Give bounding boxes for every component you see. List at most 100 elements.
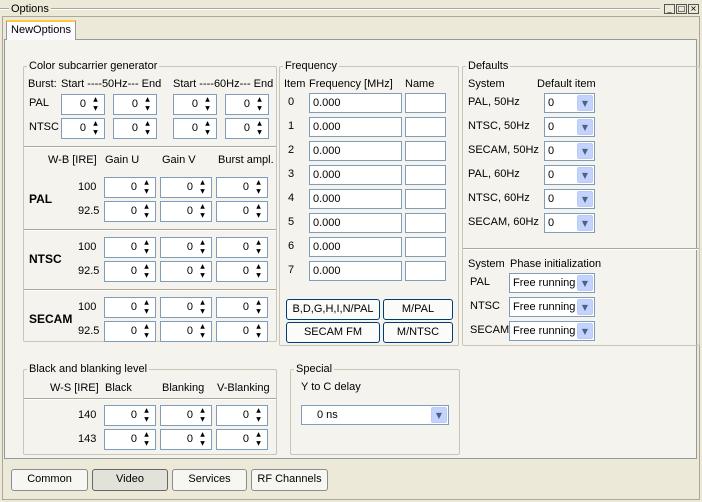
arrow-down-icon[interactable]: ▼ [140,272,153,280]
arrow-up-icon[interactable]: ▲ [140,179,153,187]
spin-box[interactable]: 0 ▲ ▼ [216,201,268,222]
spin-buttons[interactable]: ▲ ▼ [253,96,266,113]
arrow-up-icon[interactable]: ▲ [140,203,153,211]
arrow-up-icon[interactable]: ▲ [196,431,209,439]
default-item-select[interactable]: 0 ▼ [544,189,595,209]
arrow-down-icon[interactable]: ▼ [140,212,153,220]
arrow-down-icon[interactable]: ▼ [141,129,154,137]
arrow-down-icon[interactable]: ▼ [89,105,102,113]
spin-buttons[interactable]: ▲ ▼ [140,263,153,280]
spin-box[interactable]: 0 ▲ ▼ [104,405,156,426]
arrow-down-icon[interactable]: ▼ [252,440,265,448]
spin-buttons[interactable]: ▲ ▼ [140,299,153,316]
spin-box[interactable]: 0 ▲ ▼ [160,177,212,198]
arrow-up-icon[interactable]: ▲ [140,323,153,331]
default-item-select[interactable]: 0 ▼ [544,213,595,233]
preset-m-pal-button[interactable]: M/PAL [383,299,453,320]
chevron-down-icon[interactable]: ▼ [577,143,593,159]
spin-box[interactable]: 0 ▲ ▼ [113,118,157,139]
spin-buttons[interactable]: ▲ ▼ [252,263,265,280]
spin-box[interactable]: 0 ▲ ▼ [61,94,105,115]
chevron-down-icon[interactable]: ▼ [577,275,593,291]
default-item-select[interactable]: 0 ▼ [544,117,595,137]
arrow-up-icon[interactable]: ▲ [196,299,209,307]
spin-box[interactable]: 0 ▲ ▼ [160,261,212,282]
spin-box[interactable]: 0 ▲ ▼ [216,297,268,318]
spin-buttons[interactable]: ▲ ▼ [196,299,209,316]
frequency-name-input[interactable] [405,93,446,113]
frequency-input[interactable]: 0.000 [309,141,402,161]
arrow-down-icon[interactable]: ▼ [201,105,214,113]
frequency-name-input[interactable] [405,165,446,185]
spin-box[interactable]: 0 ▲ ▼ [61,118,105,139]
tab-video[interactable]: Video [92,469,168,491]
arrow-down-icon[interactable]: ▼ [196,440,209,448]
y-to-c-delay-select[interactable]: 0 ns ▼ [301,405,449,425]
spin-box[interactable]: 0 ▲ ▼ [216,429,268,450]
spin-buttons[interactable]: ▲ ▼ [196,179,209,196]
arrow-down-icon[interactable]: ▼ [140,248,153,256]
arrow-down-icon[interactable]: ▼ [252,332,265,340]
spin-box[interactable]: 0 ▲ ▼ [104,261,156,282]
arrow-down-icon[interactable]: ▼ [252,188,265,196]
spin-box[interactable]: 0 ▲ ▼ [104,201,156,222]
arrow-down-icon[interactable]: ▼ [196,332,209,340]
spin-buttons[interactable]: ▲ ▼ [196,431,209,448]
spin-buttons[interactable]: ▲ ▼ [196,323,209,340]
default-item-select[interactable]: 0 ▼ [544,141,595,161]
arrow-down-icon[interactable]: ▼ [253,105,266,113]
chevron-down-icon[interactable]: ▼ [577,215,593,231]
spin-buttons[interactable]: ▲ ▼ [252,179,265,196]
spin-buttons[interactable]: ▲ ▼ [196,263,209,280]
spin-buttons[interactable]: ▲ ▼ [201,96,214,113]
arrow-up-icon[interactable]: ▲ [252,323,265,331]
arrow-up-icon[interactable]: ▲ [141,96,154,104]
spin-buttons[interactable]: ▲ ▼ [140,179,153,196]
arrow-down-icon[interactable]: ▼ [196,188,209,196]
arrow-up-icon[interactable]: ▲ [201,120,214,128]
frequency-input[interactable]: 0.000 [309,189,402,209]
close-button[interactable]: × [688,4,699,14]
spin-box[interactable]: 0 ▲ ▼ [216,237,268,258]
preset-bdghin-pal-button[interactable]: B,D,G,H,I,N/PAL [286,299,380,320]
arrow-down-icon[interactable]: ▼ [252,248,265,256]
arrow-up-icon[interactable]: ▲ [140,407,153,415]
arrow-up-icon[interactable]: ▲ [141,120,154,128]
arrow-up-icon[interactable]: ▲ [89,120,102,128]
frequency-name-input[interactable] [405,261,446,281]
arrow-down-icon[interactable]: ▼ [253,129,266,137]
preset-m-ntsc-button[interactable]: M/NTSC [383,322,453,343]
chevron-down-icon[interactable]: ▼ [431,407,447,423]
arrow-down-icon[interactable]: ▼ [196,272,209,280]
arrow-up-icon[interactable]: ▲ [140,299,153,307]
spin-buttons[interactable]: ▲ ▼ [252,239,265,256]
spin-buttons[interactable]: ▲ ▼ [140,431,153,448]
frequency-input[interactable]: 0.000 [309,165,402,185]
spin-buttons[interactable]: ▲ ▼ [196,203,209,220]
arrow-up-icon[interactable]: ▲ [196,323,209,331]
spin-buttons[interactable]: ▲ ▼ [252,203,265,220]
frequency-input[interactable]: 0.000 [309,93,402,113]
arrow-down-icon[interactable]: ▼ [196,416,209,424]
arrow-up-icon[interactable]: ▲ [140,239,153,247]
frequency-name-input[interactable] [405,189,446,209]
minimize-button[interactable]: _ [664,4,675,14]
arrow-down-icon[interactable]: ▼ [196,308,209,316]
phase-init-select[interactable]: Free running ▼ [509,321,595,341]
arrow-down-icon[interactable]: ▼ [252,272,265,280]
arrow-up-icon[interactable]: ▲ [252,179,265,187]
spin-box[interactable]: 0 ▲ ▼ [160,321,212,342]
chevron-down-icon[interactable]: ▼ [577,95,593,111]
chevron-down-icon[interactable]: ▼ [577,119,593,135]
arrow-up-icon[interactable]: ▲ [196,407,209,415]
arrow-up-icon[interactable]: ▲ [201,96,214,104]
arrow-down-icon[interactable]: ▼ [140,416,153,424]
spin-buttons[interactable]: ▲ ▼ [196,239,209,256]
default-item-select[interactable]: 0 ▼ [544,165,595,185]
maximize-button[interactable]: □ [676,4,687,14]
tab-services[interactable]: Services [172,469,247,491]
spin-buttons[interactable]: ▲ ▼ [140,323,153,340]
phase-init-select[interactable]: Free running ▼ [509,297,595,317]
arrow-up-icon[interactable]: ▲ [252,407,265,415]
chevron-down-icon[interactable]: ▼ [577,323,593,339]
